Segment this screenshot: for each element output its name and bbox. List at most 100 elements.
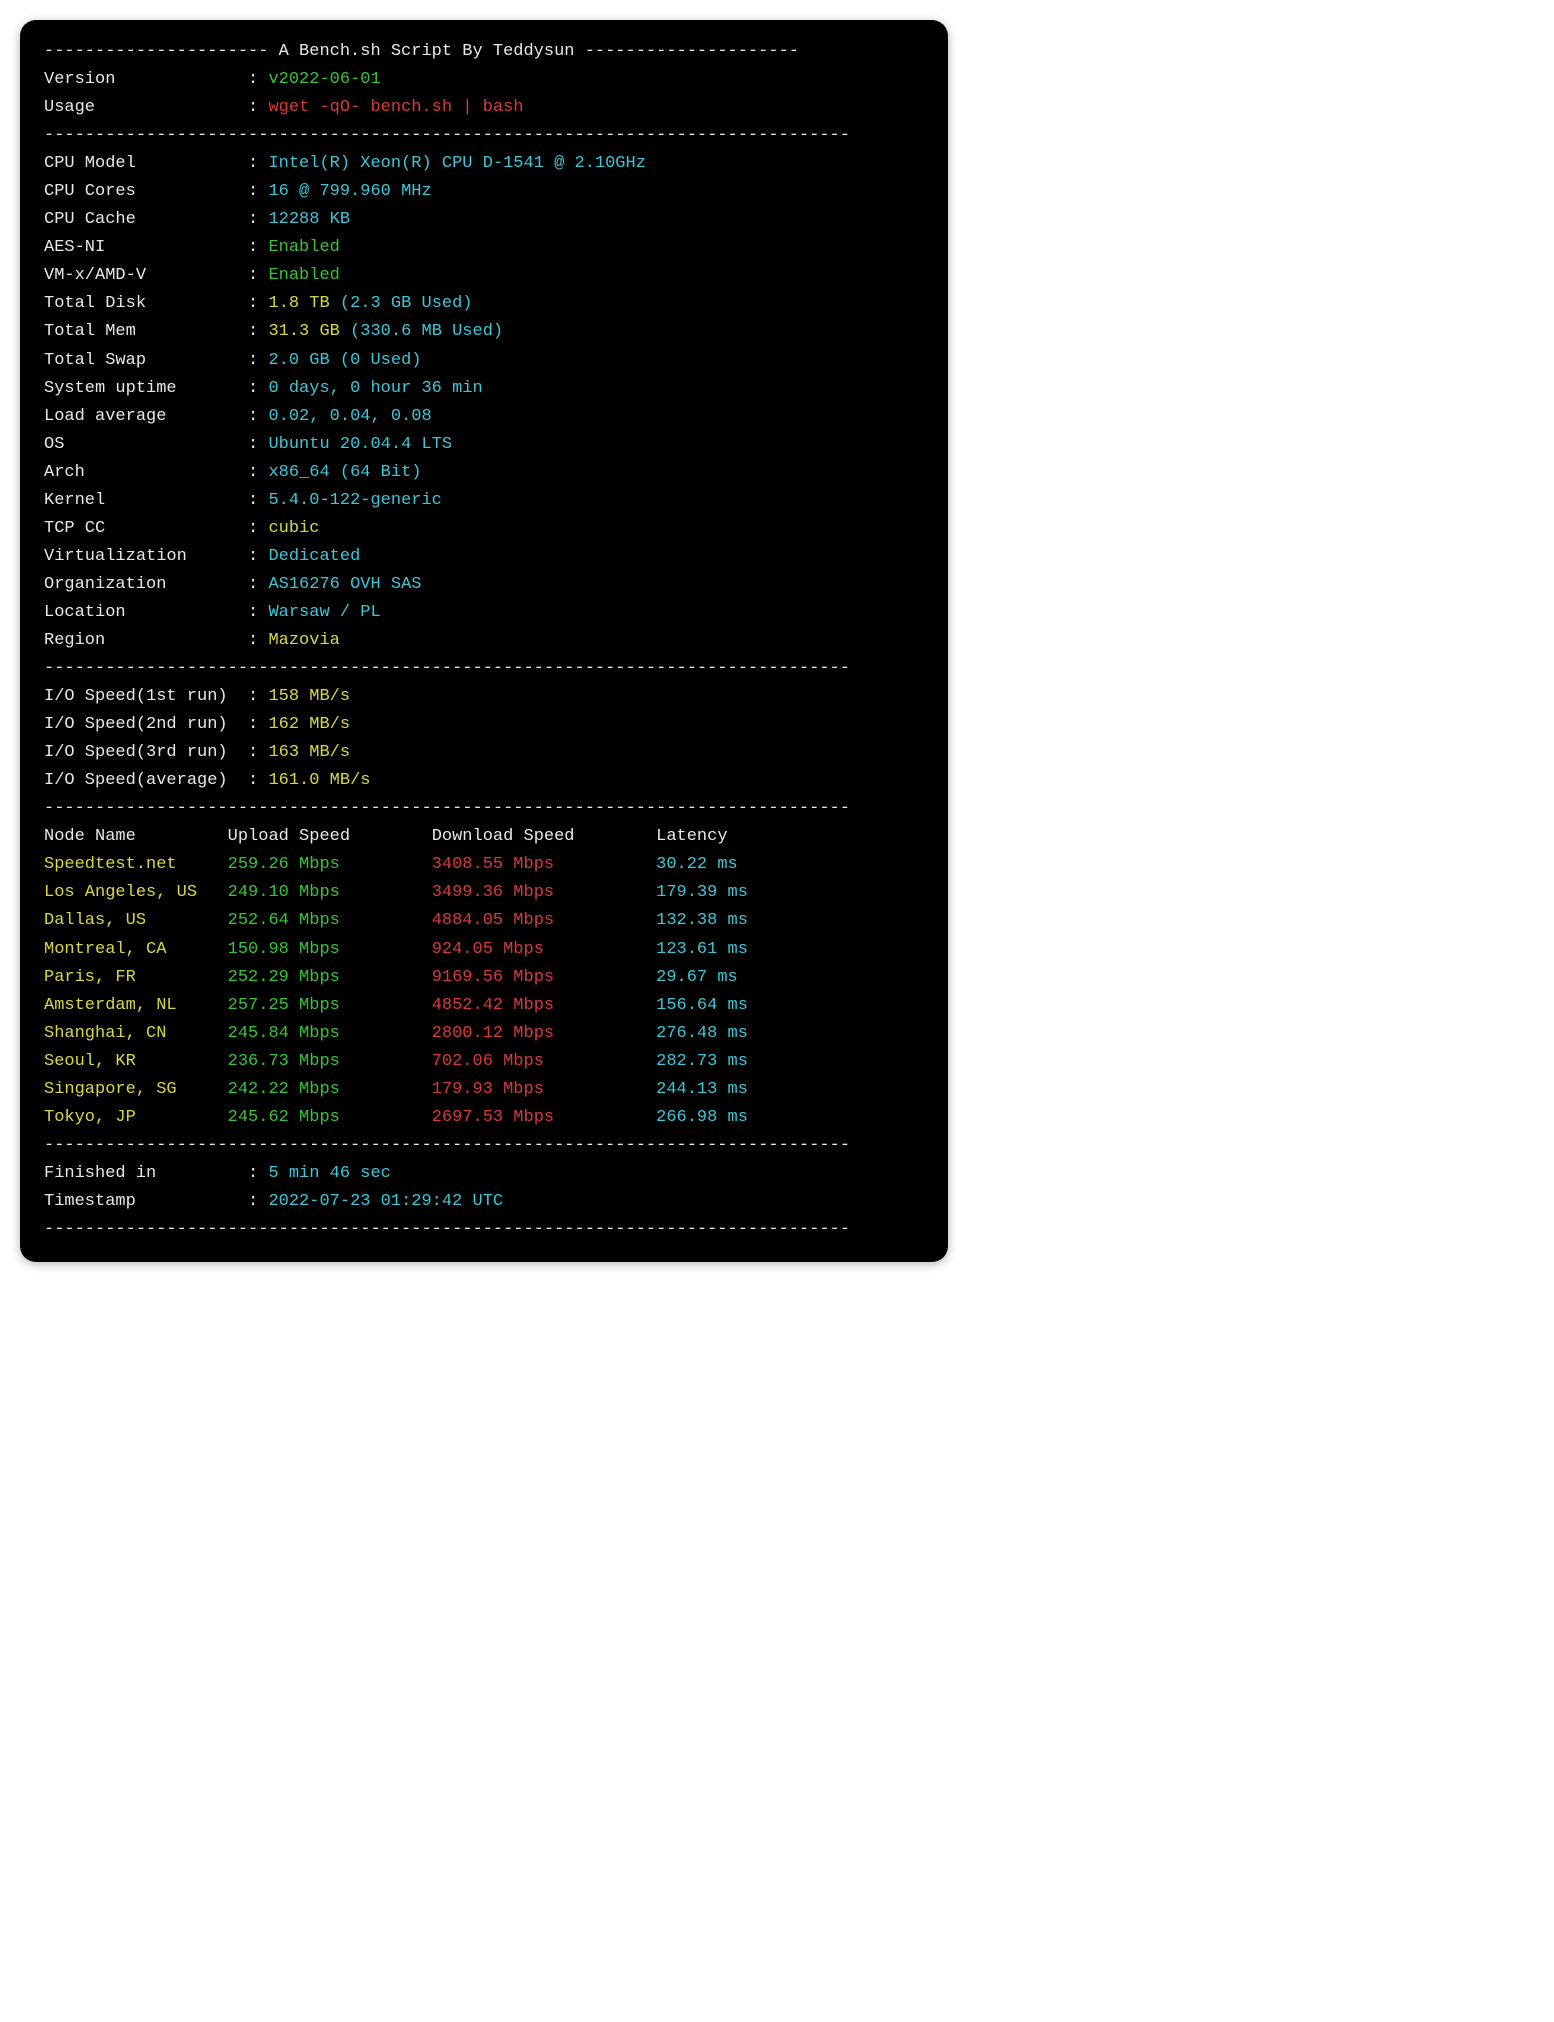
system-label: Total Mem [44, 322, 248, 341]
system-row: Region : Mazovia [44, 627, 924, 655]
io-label: I/O Speed(average) [44, 771, 248, 790]
divider: ----------------------------------------… [44, 795, 924, 823]
speedtest-row: Seoul, KR 236.73 Mbps 702.06 Mbps 282.73… [44, 1048, 924, 1076]
system-row: CPU Cache : 12288 KB [44, 206, 924, 234]
speedtest-row: Tokyo, JP 245.62 Mbps 2697.53 Mbps 266.9… [44, 1104, 924, 1132]
system-value-extra: (2.3 GB Used) [340, 294, 473, 313]
usage-value: wget -qO- bench.sh | bash [268, 98, 523, 117]
download-speed: 2697.53 Mbps [432, 1108, 656, 1127]
upload-speed: 236.73 Mbps [228, 1052, 432, 1071]
col-upload: Upload Speed [228, 827, 432, 846]
col-latency: Latency [656, 827, 727, 846]
node-name: Tokyo, JP [44, 1108, 228, 1127]
usage-label: Usage [44, 98, 248, 117]
node-name: Amsterdam, NL [44, 996, 228, 1015]
speedtest-row: Montreal, CA 150.98 Mbps 924.05 Mbps 123… [44, 936, 924, 964]
system-label: VM-x/AMD-V [44, 266, 248, 285]
node-name: Montreal, CA [44, 940, 228, 959]
system-label: OS [44, 435, 248, 454]
io-speed-block: I/O Speed(1st run) : 158 MB/sI/O Speed(2… [44, 683, 924, 795]
download-speed: 924.05 Mbps [432, 940, 656, 959]
latency-value: 282.73 ms [656, 1052, 748, 1071]
speedtest-header-row: Node Name Upload Speed Download Speed La… [44, 823, 924, 851]
download-speed: 9169.56 Mbps [432, 968, 656, 987]
node-name: Los Angeles, US [44, 883, 228, 902]
latency-value: 30.22 ms [656, 855, 738, 874]
system-row: Location : Warsaw / PL [44, 599, 924, 627]
timestamp-label: Timestamp [44, 1192, 248, 1211]
system-value: Ubuntu 20.04.4 LTS [268, 435, 452, 454]
io-value: 158 MB/s [268, 687, 350, 706]
system-row: TCP CC : cubic [44, 515, 924, 543]
latency-value: 156.64 ms [656, 996, 748, 1015]
latency-value: 179.39 ms [656, 883, 748, 902]
system-label: CPU Model [44, 154, 248, 173]
system-label: Location [44, 603, 248, 622]
upload-speed: 257.25 Mbps [228, 996, 432, 1015]
io-value: 161.0 MB/s [268, 771, 370, 790]
download-speed: 702.06 Mbps [432, 1052, 656, 1071]
io-label: I/O Speed(2nd run) [44, 715, 248, 734]
divider: ----------------------------------------… [44, 1216, 924, 1244]
system-value: x86_64 (64 Bit) [268, 463, 421, 482]
version-line: Version : v2022-06-01 [44, 66, 924, 94]
speedtest-row: Amsterdam, NL 257.25 Mbps 4852.42 Mbps 1… [44, 992, 924, 1020]
system-value-main: 31.3 GB [268, 322, 339, 341]
system-row: OS : Ubuntu 20.04.4 LTS [44, 431, 924, 459]
io-value: 162 MB/s [268, 715, 350, 734]
system-row: Total Disk : 1.8 TB (2.3 GB Used) [44, 290, 924, 318]
system-row: CPU Cores : 16 @ 799.960 MHz [44, 178, 924, 206]
node-name: Shanghai, CN [44, 1024, 228, 1043]
speedtest-row: Singapore, SG 242.22 Mbps 179.93 Mbps 24… [44, 1076, 924, 1104]
system-value: Intel(R) Xeon(R) CPU D-1541 @ 2.10GHz [268, 154, 645, 173]
version-label: Version [44, 70, 248, 89]
system-row: VM-x/AMD-V : Enabled [44, 262, 924, 290]
speedtest-row: Shanghai, CN 245.84 Mbps 2800.12 Mbps 27… [44, 1020, 924, 1048]
system-value: Warsaw / PL [268, 603, 380, 622]
system-value: AS16276 OVH SAS [268, 575, 421, 594]
script-title: A Bench.sh Script By Teddysun [279, 42, 575, 61]
io-value: 163 MB/s [268, 743, 350, 762]
download-speed: 179.93 Mbps [432, 1080, 656, 1099]
divider: ----------------------------------------… [44, 655, 924, 683]
node-name: Paris, FR [44, 968, 228, 987]
col-node: Node Name [44, 827, 228, 846]
speedtest-rows: Speedtest.net 259.26 Mbps 3408.55 Mbps 3… [44, 851, 924, 1131]
system-label: Organization [44, 575, 248, 594]
io-row: I/O Speed(1st run) : 158 MB/s [44, 683, 924, 711]
system-label: Region [44, 631, 248, 650]
download-speed: 4884.05 Mbps [432, 911, 656, 930]
node-name: Singapore, SG [44, 1080, 228, 1099]
terminal-window: ---------------------- A Bench.sh Script… [20, 20, 948, 1262]
system-row: Arch : x86_64 (64 Bit) [44, 459, 924, 487]
system-label: Kernel [44, 491, 248, 510]
download-speed: 4852.42 Mbps [432, 996, 656, 1015]
download-speed: 3408.55 Mbps [432, 855, 656, 874]
system-label: Virtualization [44, 547, 248, 566]
usage-line: Usage : wget -qO- bench.sh | bash [44, 94, 924, 122]
system-label: System uptime [44, 379, 248, 398]
system-label: Total Swap [44, 351, 248, 370]
latency-value: 29.67 ms [656, 968, 738, 987]
system-value-extra: (330.6 MB Used) [350, 322, 503, 341]
finished-line: Finished in : 5 min 46 sec [44, 1160, 924, 1188]
timestamp-line: Timestamp : 2022-07-23 01:29:42 UTC [44, 1188, 924, 1216]
system-label: CPU Cores [44, 182, 248, 201]
node-name: Seoul, KR [44, 1052, 228, 1071]
speedtest-row: Speedtest.net 259.26 Mbps 3408.55 Mbps 3… [44, 851, 924, 879]
upload-speed: 252.29 Mbps [228, 968, 432, 987]
upload-speed: 245.84 Mbps [228, 1024, 432, 1043]
system-row: CPU Model : Intel(R) Xeon(R) CPU D-1541 … [44, 150, 924, 178]
divider: ----------------------------------------… [44, 122, 924, 150]
system-row: Load average : 0.02, 0.04, 0.08 [44, 403, 924, 431]
system-value: 0.02, 0.04, 0.08 [268, 407, 431, 426]
latency-value: 244.13 ms [656, 1080, 748, 1099]
io-label: I/O Speed(3rd run) [44, 743, 248, 762]
system-label: TCP CC [44, 519, 248, 538]
system-label: AES-NI [44, 238, 248, 257]
upload-speed: 242.22 Mbps [228, 1080, 432, 1099]
system-value: 5.4.0-122-generic [268, 491, 441, 510]
io-row: I/O Speed(2nd run) : 162 MB/s [44, 711, 924, 739]
header-divider: ---------------------- A Bench.sh Script… [44, 38, 924, 66]
system-row: Total Mem : 31.3 GB (330.6 MB Used) [44, 318, 924, 346]
